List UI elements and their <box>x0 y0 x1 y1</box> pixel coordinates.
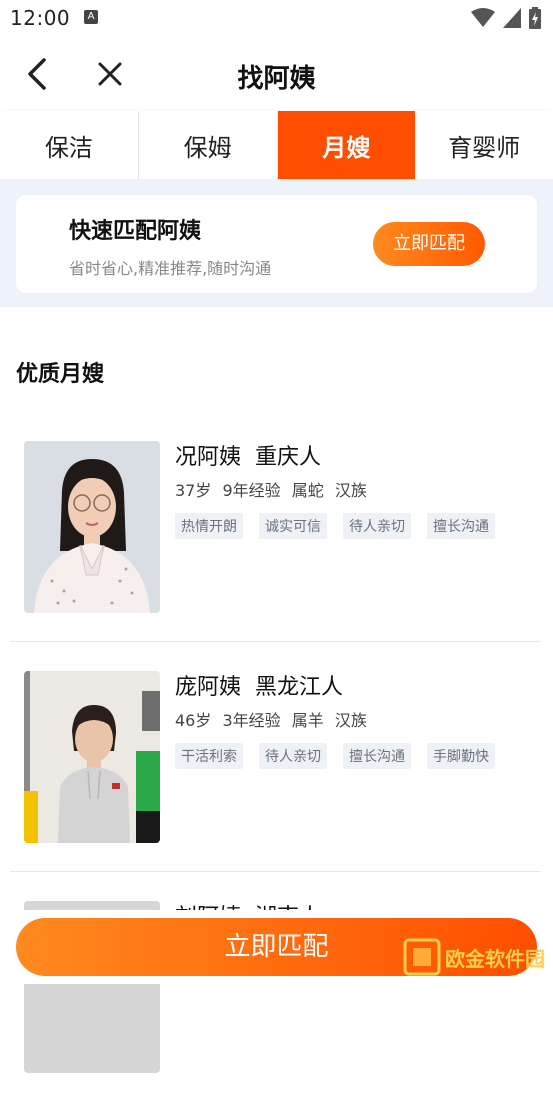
nanny-tag: 手脚勤快 <box>427 743 495 769</box>
status-bar: 12:00 A <box>0 0 553 36</box>
nanny-age: 46岁 <box>175 711 212 730</box>
bottom-action-bar: 立即匹配 欧金软件园 <box>0 910 553 984</box>
quick-match-card: 快速匹配阿姨 省时省心,精准推荐,随时沟通 立即匹配 <box>16 195 537 293</box>
nanny-tags: 热情开朗 诚实可信 待人亲切 擅长沟通 <box>175 513 495 539</box>
nanny-photo <box>24 671 160 843</box>
nanny-tag: 待人亲切 <box>343 513 411 539</box>
nanny-card[interactable]: 庞阿姨 黑龙江人 46岁 3年经验 属羊 汉族 干活利索 待人亲切 擅长沟通 手脚… <box>10 641 541 872</box>
nanny-portrait-image <box>24 671 160 843</box>
watermark-logo-icon <box>403 938 441 976</box>
nanny-zodiac: 属羊 <box>291 711 324 730</box>
nanny-tag: 擅长沟通 <box>427 513 495 539</box>
nanny-age: 37岁 <box>175 481 212 500</box>
nanny-ethnicity: 汉族 <box>334 711 367 730</box>
nanny-card[interactable]: 刘阿姨湖南人 <box>10 871 541 1101</box>
nanny-zodiac: 属蛇 <box>291 481 324 500</box>
battery-icon <box>529 7 541 29</box>
tab-maternity-nanny[interactable]: 月嫂 <box>277 111 416 179</box>
tab-cleaning[interactable]: 保洁 <box>0 111 139 179</box>
quick-match-button[interactable]: 立即匹配 <box>373 222 485 266</box>
nanny-name: 况阿姨 <box>175 445 242 470</box>
nanny-tag: 诚实可信 <box>259 513 327 539</box>
nanny-tag: 干活利索 <box>175 743 243 769</box>
nanny-experience: 9年经验 <box>222 481 281 500</box>
status-time: 12:00 <box>10 6 71 30</box>
nanny-photo <box>24 441 160 613</box>
nanny-info: 37岁 9年经验 属蛇 汉族 <box>175 477 373 501</box>
category-tabs: 保洁 保姆 月嫂 育婴师 <box>0 111 553 179</box>
nanny-experience: 3年经验 <box>222 711 281 730</box>
nanny-tag: 热情开朗 <box>175 513 243 539</box>
nanny-name: 庞阿姨 <box>175 675 242 700</box>
tab-childcare[interactable]: 育婴师 <box>415 111 553 179</box>
nanny-info: 46岁 3年经验 属羊 汉族 <box>175 707 373 731</box>
navigation-bar: 找阿姨 <box>0 36 553 111</box>
quick-match-section: 快速匹配阿姨 省时省心,精准推荐,随时沟通 立即匹配 <box>0 179 553 307</box>
nanny-name-line: 况阿姨 重庆人 <box>175 439 321 471</box>
tab-housekeeper[interactable]: 保姆 <box>139 111 278 179</box>
nanny-name-line: 庞阿姨 黑龙江人 <box>175 669 343 701</box>
wifi-icon <box>471 8 495 27</box>
nanny-tag: 擅长沟通 <box>343 743 411 769</box>
nanny-tag: 待人亲切 <box>259 743 327 769</box>
section-title: 优质月嫂 <box>16 362 105 387</box>
nanny-origin: 重庆人 <box>255 445 322 470</box>
nanny-tags: 干活利索 待人亲切 擅长沟通 手脚勤快 <box>175 743 495 769</box>
nanny-portrait-image <box>24 441 160 613</box>
quick-match-subtitle: 省时省心,精准推荐,随时沟通 <box>69 259 272 278</box>
status-icons <box>471 7 541 29</box>
nanny-ethnicity: 汉族 <box>334 481 367 500</box>
signal-icon <box>503 8 521 28</box>
nanny-origin: 黑龙江人 <box>255 675 344 700</box>
watermark: 欧金软件园 <box>403 938 545 976</box>
notification-a-icon: A <box>84 10 98 24</box>
quick-match-title: 快速匹配阿姨 <box>69 219 202 244</box>
watermark-text: 欧金软件园 <box>445 946 545 971</box>
page-title: 找阿姨 <box>237 64 316 94</box>
nanny-card[interactable]: 况阿姨 重庆人 37岁 9年经验 属蛇 汉族 热情开朗 诚实可信 待人亲切 擅长沟… <box>10 411 541 642</box>
